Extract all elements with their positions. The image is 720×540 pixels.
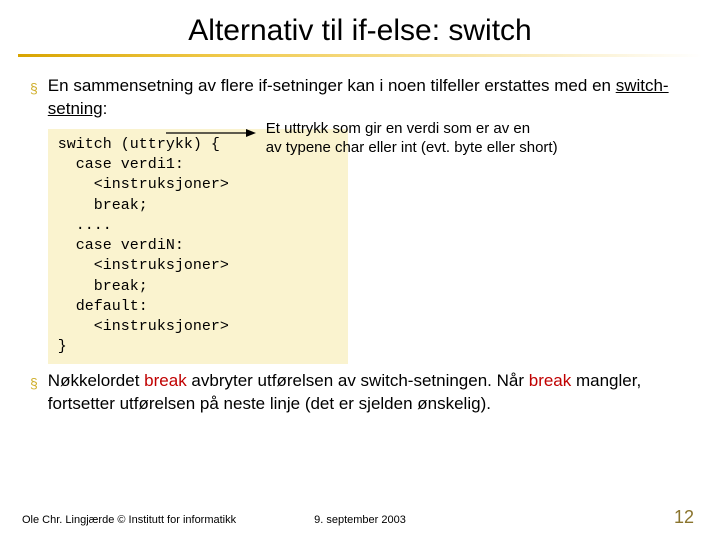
bullet-2-body: Nøkkelordet break avbryter utførelsen av… [48,370,690,416]
arrow-icon [166,123,256,143]
content-area: § En sammensetning av flere if-setninger… [0,57,720,416]
slide: Alternativ til if-else: switch § En samm… [0,0,720,540]
bullet-icon: § [30,374,38,416]
bullet-icon: § [30,79,38,364]
code-block: switch (uttrykk) { case verdi1: <instruk… [48,129,348,364]
footer-date: 9. september 2003 [314,514,406,526]
footer-author: Ole Chr. Lingjærde © Institutt for infor… [22,514,236,526]
bullet-2: § Nøkkelordet break avbryter utførelsen … [30,370,690,416]
annotation-line1: Et uttrykk som gir en verdi som er av en [266,120,530,137]
page-number: 12 [674,507,694,528]
bullet-1: § En sammensetning av flere if-setninger… [30,75,690,364]
annotation-line2: av typene char eller int (evt. byte elle… [266,139,558,156]
bullet-1-suffix: : [103,99,108,118]
annotation-text: Et uttrykk som gir en verdi som er av en… [266,119,686,158]
page-title: Alternativ til if-else: switch [0,0,720,54]
bullet-1-body: En sammensetning av flere if-setninger k… [48,75,690,364]
bullet-1-prefix: En sammensetning av flere if-setninger k… [48,76,616,95]
